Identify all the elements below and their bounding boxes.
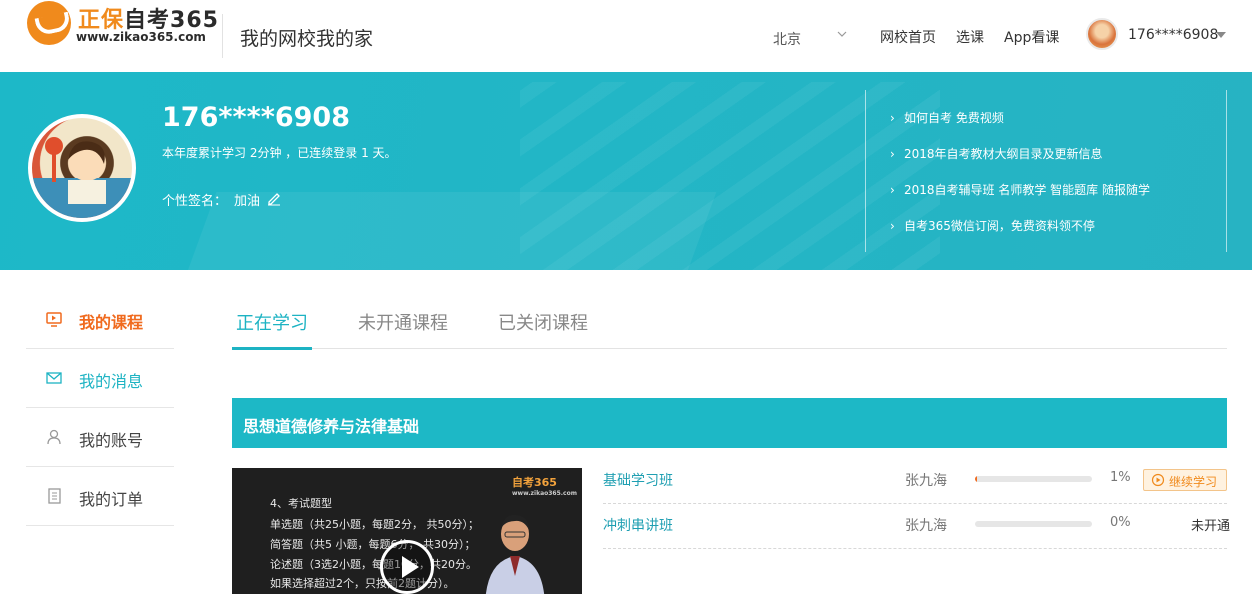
chevron-down-icon[interactable] [836,28,848,43]
profile-avatar[interactable] [28,114,136,222]
document-icon [45,487,63,505]
nav-app-link[interactable]: App看课 [1004,27,1059,47]
signature-label: 个性签名： [162,194,228,209]
sidebar-item-account[interactable]: 我的账号 [26,408,174,467]
sidebar-item-my-courses[interactable]: 我的课程 [26,290,174,349]
city-selector[interactable]: 北京 [773,29,801,49]
course-header: 思想道德修养与法律基础 [232,398,1227,448]
class-progress-bar [975,521,1092,527]
sidebar-item-orders[interactable]: 我的订单 [26,467,174,526]
chevron-right-icon: › [890,219,895,233]
tab-closed[interactable]: 已关闭课程 [498,309,588,335]
zikao365-logo[interactable]: 正保自考365 www.zikao365.com [26,0,218,50]
banner-link-wechat[interactable]: › 自考365微信订阅，免费资料领不停 [890,217,1095,234]
video-logo: 自考365 www.zikao365.com [512,476,577,497]
nav-home-link[interactable]: 网校首页 [880,27,936,47]
banner-decoration [183,192,717,270]
logo-url: www.zikao365.com [76,30,206,44]
class-row: 基础学习班 张九海 1% 继续学习 [603,458,1227,504]
continue-learning-button[interactable]: 继续学习 [1143,469,1227,491]
class-row: 冲刺串讲班 张九海 0% 未开通 [603,503,1231,549]
caret-down-icon[interactable] [1216,32,1226,38]
banner-link-free-video[interactable]: › 如何自考 免费视频 [890,109,1004,126]
video-text-line: 单选题（共25小题，每题2分， 共50分）； [270,518,479,531]
class-status: 未开通 [1191,519,1231,534]
sidebar-item-label: 我的订单 [79,490,144,509]
active-tab-indicator [232,347,312,350]
banner-link-tutoring[interactable]: › 2018自考辅导班 名师教学 智能题库 随报随学 [890,181,1150,198]
play-screen-icon [45,310,63,328]
class-teacher: 张九海 [905,518,947,534]
video-text-line: 论述题（3选2小题，每题10分，共20分。 [270,558,477,571]
chevron-right-icon: › [890,147,895,161]
video-text-line: 4、考试题型 [270,497,332,510]
chevron-right-icon: › [890,183,895,197]
banner-separator [1226,90,1227,252]
sidebar-item-messages[interactable]: 我的消息 [26,349,174,408]
sidebar-item-label: 我的账号 [79,431,144,450]
signature-value: 加油 [234,194,261,209]
nav-courses-link[interactable]: 选课 [956,27,984,47]
class-name-link[interactable]: 基础学习班 [603,470,673,490]
logo-mark-icon [27,1,71,45]
sidebar-item-label: 我的课程 [79,313,144,332]
class-progress-text: 1% [1110,470,1131,485]
tab-not-opened[interactable]: 未开通课程 [358,309,448,335]
profile-name: 176****6908 [162,102,350,133]
class-progress-text: 0% [1110,515,1131,530]
chevron-right-icon: › [890,111,895,125]
tab-studying[interactable]: 正在学习 [236,309,308,335]
class-teacher: 张九海 [905,473,947,489]
site-title: 我的网校我的家 [240,28,374,50]
course-title: 思想道德修养与法律基础 [243,417,420,436]
header-divider [222,14,223,58]
tabs-baseline [232,348,1227,349]
course-video-thumbnail[interactable]: 自考365 www.zikao365.com 4、考试题型 单选题（共25小题，每… [232,468,582,594]
profile-banner: 176****6908 本年度累计学习 2分钟 ，已连续登录 1 天。 个性签名… [0,72,1252,270]
lecturer-image [480,506,550,594]
header-avatar[interactable] [1086,18,1118,50]
pencil-edit-icon[interactable] [266,190,282,206]
banner-separator [865,90,866,252]
header-username[interactable]: 176****6908 [1128,27,1218,43]
profile-stats: 本年度累计学习 2分钟 ，已连续登录 1 天。 [162,146,397,160]
banner-link-syllabus[interactable]: › 2018年自考教材大纲目录及更新信息 [890,145,1103,162]
class-progress-fill [975,476,978,482]
play-circle-icon [1151,473,1165,487]
play-button-icon[interactable] [380,540,434,594]
top-header: 正保自考365 www.zikao365.com 我的网校我的家 北京 网校首页… [0,0,1252,72]
video-text-line: 简答题（共5 小题，每题6分， 共30分）； [270,538,476,551]
user-icon [45,428,63,446]
class-name-link[interactable]: 冲刺串讲班 [603,515,673,535]
envelope-icon [45,369,63,387]
class-progress-bar [975,476,1092,482]
sidebar-item-label: 我的消息 [79,372,144,391]
